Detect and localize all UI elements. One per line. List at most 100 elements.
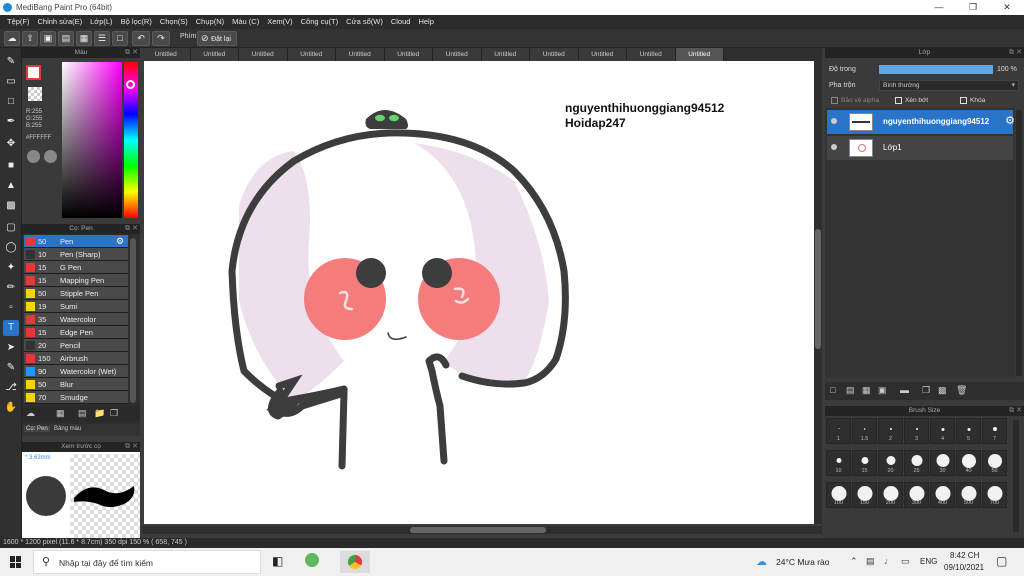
divide-tool-icon[interactable]: ✎ bbox=[3, 360, 19, 376]
brush-item-watercolor-wet[interactable]: 90 Watercolor (Wet) bbox=[24, 365, 128, 378]
selection-tool-icon[interactable]: ▢ bbox=[3, 220, 19, 236]
cloud-icon[interactable]: ☁ bbox=[4, 31, 20, 46]
visibility-icon[interactable] bbox=[831, 144, 837, 150]
horizontal-scroll-thumb[interactable] bbox=[410, 527, 546, 533]
brush-size-option[interactable]: 200 bbox=[878, 482, 903, 508]
hue-slider-handle[interactable] bbox=[126, 80, 135, 89]
folder-icon[interactable]: ▬ bbox=[900, 385, 909, 395]
notification-icon[interactable]: ▢ bbox=[996, 554, 1007, 568]
brush-item-watercolor[interactable]: 35 Watercolor bbox=[24, 313, 128, 326]
select-pen-icon[interactable]: ✏ bbox=[3, 280, 19, 296]
hand-tool-icon[interactable]: ✋ bbox=[3, 400, 19, 416]
close-icon[interactable]: ✕ bbox=[1016, 406, 1022, 416]
volume-icon[interactable]: ♩ bbox=[884, 556, 893, 566]
menu-filter[interactable]: Bộ lọc(R) bbox=[117, 15, 156, 29]
close-icon[interactable]: ✕ bbox=[990, 0, 1024, 15]
brush-item-edge-pen[interactable]: 15 Edge Pen bbox=[24, 326, 128, 339]
brush-size-option[interactable]: 1.5 bbox=[852, 418, 877, 444]
tab-document[interactable]: Untitled bbox=[627, 48, 676, 61]
menu-tools[interactable]: Công cụ(T) bbox=[297, 15, 343, 29]
menu-window[interactable]: Cửa sổ(W) bbox=[342, 15, 387, 29]
tab-brush[interactable]: Cọ: Pen bbox=[24, 426, 50, 432]
redo-icon[interactable]: ↷ bbox=[152, 31, 170, 46]
menu-select[interactable]: Chọn(S) bbox=[156, 15, 192, 29]
tab-document[interactable]: Untitled bbox=[481, 48, 530, 61]
brush-size-option[interactable]: 700 bbox=[982, 482, 1007, 508]
horizontal-scrollbar[interactable] bbox=[142, 526, 822, 534]
new-layer-icon[interactable]: □ bbox=[830, 385, 835, 395]
menu-cloud[interactable]: Cloud bbox=[387, 15, 415, 29]
brush-size-option[interactable]: 25 bbox=[904, 450, 929, 476]
brush-size-option[interactable]: 2 bbox=[878, 418, 903, 444]
clip-checkbox[interactable] bbox=[895, 97, 902, 104]
trash-icon[interactable]: 🗑 bbox=[956, 385, 967, 396]
brush-item-smudge[interactable]: 70 Smudge bbox=[24, 391, 128, 404]
vertical-scrollbar[interactable] bbox=[814, 61, 822, 524]
tab-document[interactable]: Untitled bbox=[384, 48, 433, 61]
brush-item-pencil[interactable]: 20 Pencil bbox=[24, 339, 128, 352]
blend-mode-select[interactable]: Bình thường ▾ bbox=[879, 80, 1019, 91]
brush-size-option[interactable]: 1 bbox=[826, 418, 851, 444]
vertical-scroll-thumb[interactable] bbox=[815, 229, 821, 349]
brush-item-sumi[interactable]: 19 Sumi bbox=[24, 300, 128, 313]
brush-size-option[interactable]: 10 bbox=[826, 450, 851, 476]
menu-snap[interactable]: Chụp(N) bbox=[192, 15, 228, 29]
brush-size-option[interactable]: 400 bbox=[930, 482, 955, 508]
network-icon[interactable]: ▤ bbox=[866, 556, 875, 567]
comment-icon[interactable]: ▣ bbox=[40, 31, 56, 46]
clock-time[interactable]: 8:42 CH bbox=[950, 551, 979, 560]
close-icon[interactable]: ✕ bbox=[132, 224, 138, 234]
tab-document[interactable]: Untitled bbox=[239, 48, 288, 61]
tab-document[interactable]: Untitled bbox=[190, 48, 239, 61]
operation-tool-icon[interactable]: ➤ bbox=[3, 340, 19, 356]
share-icon[interactable]: ⇧ bbox=[22, 31, 38, 46]
new-8bit-layer-icon[interactable]: ▦ bbox=[862, 385, 871, 396]
menu-view[interactable]: Xem(V) bbox=[263, 15, 296, 29]
close-icon[interactable]: ✕ bbox=[1016, 48, 1022, 58]
brush-size-option[interactable]: 3 bbox=[904, 418, 929, 444]
brush-list-scrollbar[interactable] bbox=[130, 238, 136, 403]
brush-size-option[interactable]: 50 bbox=[982, 450, 1007, 476]
rect-select-icon[interactable]: □ bbox=[3, 94, 19, 110]
brush-item-g-pen[interactable]: 15 G Pen bbox=[24, 261, 128, 274]
tab-palette[interactable]: Bảng màu bbox=[54, 426, 81, 432]
menu-layer[interactable]: Lớp(L) bbox=[86, 15, 116, 29]
gradient-tool-icon[interactable]: ▩ bbox=[3, 198, 19, 214]
saturation-value-picker[interactable] bbox=[62, 62, 122, 218]
chevron-up-icon[interactable]: ⌃ bbox=[850, 556, 858, 567]
brush-size-option[interactable]: 30 bbox=[930, 450, 955, 476]
brush-size-option[interactable]: 4 bbox=[930, 418, 955, 444]
brush-item-pen[interactable]: 50 Pen ⚙ bbox=[24, 235, 128, 248]
foreground-color-swatch[interactable] bbox=[26, 65, 41, 80]
folder-icon[interactable]: 📁 bbox=[94, 408, 105, 419]
hue-slider[interactable] bbox=[124, 62, 138, 218]
menu-file[interactable]: Tệp(F) bbox=[3, 15, 34, 29]
add-brush-icon[interactable]: ☁ bbox=[26, 408, 35, 419]
app-taskbar-icon[interactable] bbox=[305, 553, 319, 567]
weather-text[interactable]: 24°C Mưa rào bbox=[776, 557, 830, 567]
drawing-canvas[interactable]: nguyenthihuonggiang94512 Hoidap247 bbox=[144, 61, 814, 524]
undo-icon[interactable]: ↶ bbox=[132, 31, 150, 46]
merge-layer-icon[interactable]: ▩ bbox=[938, 385, 947, 396]
eyedropper-icon[interactable]: ⎇ bbox=[3, 380, 19, 396]
brush-item-pen-sharp[interactable]: 10 Pen (Sharp) bbox=[24, 248, 128, 261]
float-icon[interactable]: ⧉ bbox=[125, 224, 130, 234]
palette-icon[interactable] bbox=[44, 150, 57, 163]
brush-tool-icon[interactable]: ✎ bbox=[3, 54, 19, 70]
menu-color[interactable]: Màu (C) bbox=[228, 15, 263, 29]
brush-item-stipple-pen[interactable]: 50 Stipple Pen bbox=[24, 287, 128, 300]
display-icon[interactable]: ▤ bbox=[58, 31, 74, 46]
brush-size-option[interactable]: 5 bbox=[956, 418, 981, 444]
clock-date[interactable]: 09/10/2021 bbox=[944, 563, 984, 572]
brush-size-option[interactable]: 500 bbox=[956, 482, 981, 508]
grid-icon[interactable]: ▦ bbox=[76, 31, 92, 46]
opacity-slider[interactable] bbox=[879, 65, 993, 74]
brush-item-mapping-pen[interactable]: 15 Mapping Pen bbox=[24, 274, 128, 287]
eraser-tool-icon[interactable]: ▭ bbox=[3, 74, 19, 90]
brush-size-option[interactable]: 150 bbox=[852, 482, 877, 508]
protect-alpha-checkbox[interactable] bbox=[831, 97, 838, 104]
battery-icon[interactable]: ▭ bbox=[901, 556, 910, 567]
tab-document[interactable]: Untitled bbox=[336, 48, 385, 61]
tab-document[interactable]: Untitled bbox=[287, 48, 336, 61]
gear-icon[interactable]: ⚙ bbox=[1005, 114, 1015, 127]
